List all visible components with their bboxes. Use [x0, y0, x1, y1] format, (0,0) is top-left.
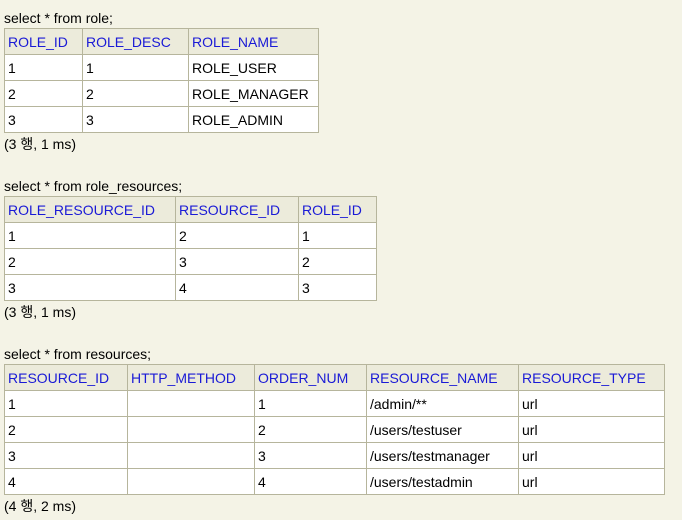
table-cell: 3	[254, 442, 367, 469]
sql-statement: select * from resources;	[4, 346, 152, 362]
sql-statement: select * from role_resources;	[4, 178, 183, 194]
column-header[interactable]: RESOURCE_NAME	[366, 364, 519, 391]
table-cell: 4	[4, 468, 128, 495]
table-cell: 1	[82, 54, 189, 81]
table-row: 2 3 2	[4, 248, 377, 275]
query-result-resources: select * from resources; RESOURCE_ID HTT…	[4, 344, 665, 517]
column-header[interactable]: HTTP_METHOD	[127, 364, 255, 391]
table-cell	[127, 442, 255, 469]
column-header[interactable]: ROLE_ID	[298, 196, 377, 223]
table-cell: 2	[254, 416, 367, 443]
table-cell: 4	[175, 274, 299, 301]
table-cell: /users/testuser	[366, 416, 519, 443]
table-row: 3 3 ROLE_ADMIN	[4, 106, 319, 133]
column-header[interactable]: ROLE_RESOURCE_ID	[4, 196, 176, 223]
table-cell: /admin/**	[366, 390, 519, 417]
column-header[interactable]: ORDER_NUM	[254, 364, 367, 391]
table-cell: url	[518, 390, 665, 417]
table-row: 2 2 /users/testuser url	[4, 416, 665, 443]
table-cell: 4	[254, 468, 367, 495]
table-cell	[127, 390, 255, 417]
header-row: ROLE_RESOURCE_ID RESOURCE_ID ROLE_ID	[4, 196, 377, 223]
table-cell: ROLE_USER	[188, 54, 319, 81]
header-row: ROLE_ID ROLE_DESC ROLE_NAME	[4, 28, 319, 55]
table-row: 1 1 ROLE_USER	[4, 54, 319, 81]
table-cell: url	[518, 442, 665, 469]
table-cell	[127, 416, 255, 443]
table-cell: ROLE_MANAGER	[188, 80, 319, 107]
table-cell: 1	[298, 222, 377, 249]
column-header[interactable]: ROLE_DESC	[82, 28, 189, 55]
sql-statement: select * from role;	[4, 10, 113, 26]
table-cell: url	[518, 468, 665, 495]
table-cell: 2	[175, 222, 299, 249]
table-cell: 1	[4, 390, 128, 417]
table-cell: 1	[254, 390, 367, 417]
result-table-resources: RESOURCE_ID HTTP_METHOD ORDER_NUM RESOUR…	[4, 364, 665, 495]
table-cell: 2	[82, 80, 189, 107]
table-row: 1 2 1	[4, 222, 377, 249]
table-row: 3 3 /users/testmanager url	[4, 442, 665, 469]
table-cell: 3	[298, 274, 377, 301]
table-cell: /users/testmanager	[366, 442, 519, 469]
table-row: 3 4 3	[4, 274, 377, 301]
result-status: (3 행, 1 ms)	[4, 136, 76, 152]
query-result-role: select * from role; ROLE_ID ROLE_DESC RO…	[4, 8, 319, 155]
table-cell: 3	[4, 442, 128, 469]
column-header[interactable]: RESOURCE_TYPE	[518, 364, 665, 391]
table-cell: 3	[175, 248, 299, 275]
table-cell: 3	[4, 106, 83, 133]
table-cell: ROLE_ADMIN	[188, 106, 319, 133]
column-header[interactable]: RESOURCE_ID	[4, 364, 128, 391]
table-row: 4 4 /users/testadmin url	[4, 468, 665, 495]
table-row: 2 2 ROLE_MANAGER	[4, 80, 319, 107]
result-status: (3 행, 1 ms)	[4, 304, 76, 320]
column-header[interactable]: ROLE_ID	[4, 28, 83, 55]
result-status: (4 행, 2 ms)	[4, 498, 76, 514]
table-cell: 2	[4, 248, 176, 275]
column-header[interactable]: RESOURCE_ID	[175, 196, 299, 223]
table-cell: 1	[4, 222, 176, 249]
table-cell: 3	[82, 106, 189, 133]
query-result-role-resources: select * from role_resources; ROLE_RESOU…	[4, 176, 377, 323]
result-table-role-resources: ROLE_RESOURCE_ID RESOURCE_ID ROLE_ID 1 2…	[4, 196, 377, 301]
table-cell: url	[518, 416, 665, 443]
result-table-role: ROLE_ID ROLE_DESC ROLE_NAME 1 1 ROLE_USE…	[4, 28, 319, 133]
table-cell: 3	[4, 274, 176, 301]
table-cell: 2	[298, 248, 377, 275]
table-cell: 2	[4, 416, 128, 443]
table-cell: 2	[4, 80, 83, 107]
table-row: 1 1 /admin/** url	[4, 390, 665, 417]
table-cell: 1	[4, 54, 83, 81]
column-header[interactable]: ROLE_NAME	[188, 28, 319, 55]
table-cell: /users/testadmin	[366, 468, 519, 495]
table-cell	[127, 468, 255, 495]
header-row: RESOURCE_ID HTTP_METHOD ORDER_NUM RESOUR…	[4, 364, 665, 391]
